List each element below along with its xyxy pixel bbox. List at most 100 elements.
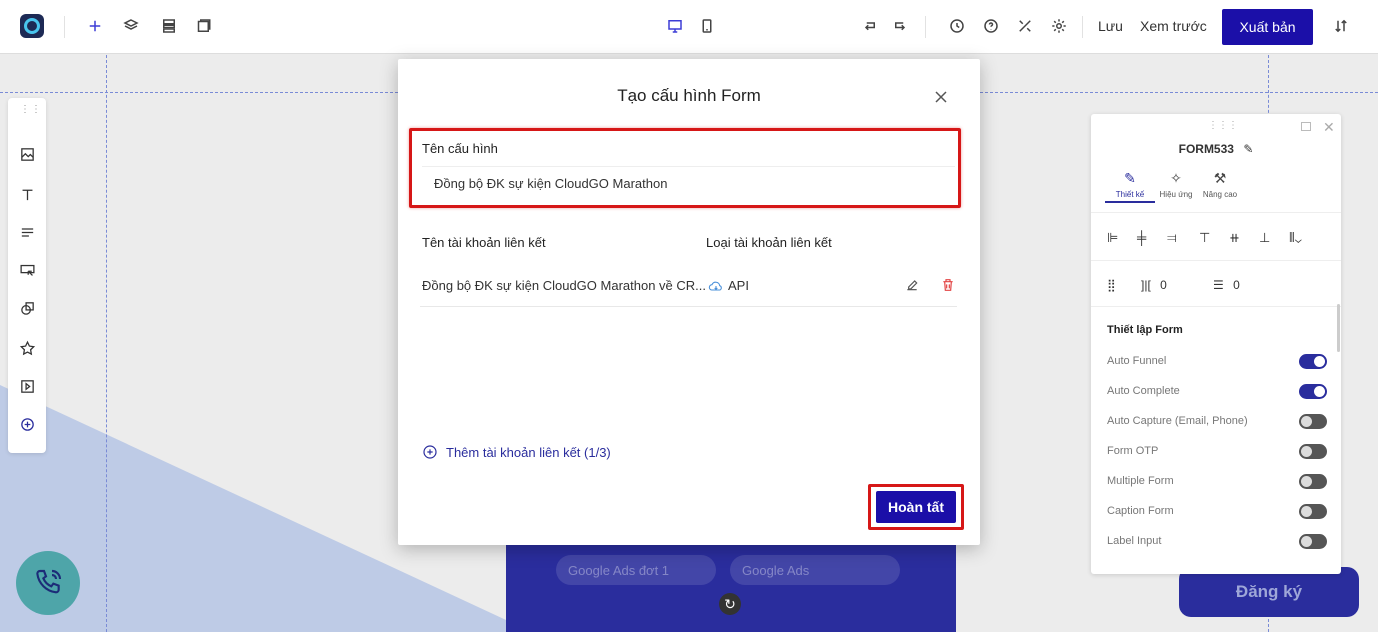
- divider: [64, 16, 65, 38]
- toggle-switch[interactable]: [1299, 383, 1327, 399]
- account-type-label: API: [728, 278, 749, 293]
- align-right-icon[interactable]: ⫤: [1167, 230, 1177, 246]
- undo-icon[interactable]: [856, 13, 882, 39]
- setting-auto-complete: Auto Complete: [1107, 382, 1327, 400]
- top-toolbar: Lưu Xem trước Xuất bản: [0, 0, 1378, 54]
- spacing-h-icon: ]|[: [1141, 278, 1151, 292]
- column-header-account-name: Tên tài khoản liên kết: [422, 235, 546, 250]
- grid-icon[interactable]: ⣿: [1107, 278, 1116, 292]
- properties-panel: ⋮⋮⋮ ✕ FORM533 ✎ ✎ Thiết kế ✧ Hiệu ứng ⚒ …: [1091, 114, 1341, 574]
- spacing-v-icon: ☰: [1213, 278, 1224, 292]
- setting-label: Auto Complete: [1107, 385, 1180, 397]
- delete-icon[interactable]: [940, 277, 956, 293]
- form-field-ghost[interactable]: Google Ads đơt 1: [556, 555, 716, 585]
- button-element-icon[interactable]: [17, 260, 37, 280]
- setting-caption-form: Caption Form: [1107, 502, 1327, 520]
- setting-label: Caption Form: [1107, 505, 1174, 517]
- sort-icon[interactable]: [1328, 13, 1354, 39]
- pages-icon[interactable]: [190, 13, 216, 39]
- align-bottom-icon[interactable]: ⊥: [1259, 230, 1270, 246]
- setting-label-input: Label Input: [1107, 532, 1327, 550]
- pencil-icon[interactable]: ✎: [1243, 142, 1253, 156]
- register-button[interactable]: Đăng ký: [1179, 567, 1359, 617]
- divider: [420, 306, 957, 307]
- spacing-h-value: 0: [1160, 278, 1167, 292]
- form-field-ghost[interactable]: Google Ads: [730, 555, 900, 585]
- setting-auto-capture: Auto Capture (Email, Phone): [1107, 412, 1327, 430]
- align-left-icon[interactable]: ⊫: [1107, 230, 1118, 246]
- desktop-view-icon[interactable]: [662, 13, 688, 39]
- sections-icon[interactable]: [156, 13, 182, 39]
- phone-icon[interactable]: [16, 551, 80, 615]
- add-circle-icon: [423, 445, 437, 459]
- tab-label: Thiết kế: [1115, 190, 1145, 199]
- edit-icon: ✎: [1124, 170, 1136, 186]
- toggle-switch[interactable]: [1299, 533, 1327, 549]
- drag-handle-icon[interactable]: ⋮⋮: [20, 104, 42, 115]
- rotate-icon[interactable]: ↻: [719, 593, 741, 615]
- tab-advanced[interactable]: ⚒ Nâng cao: [1195, 170, 1245, 199]
- setting-label: Multiple Form: [1107, 475, 1174, 487]
- setting-label: Label Input: [1107, 535, 1162, 547]
- layers-icon[interactable]: [118, 13, 144, 39]
- add-icon[interactable]: [82, 13, 108, 39]
- toggle-switch[interactable]: [1299, 413, 1327, 429]
- distribute-icon[interactable]: ⦀⌄: [1289, 230, 1302, 246]
- preview-button[interactable]: Xem trước: [1140, 18, 1207, 34]
- setting-label: Auto Funnel: [1107, 355, 1167, 367]
- align-center-icon[interactable]: ╪: [1137, 230, 1146, 245]
- add-linked-account-link[interactable]: Thêm tài khoản liên kết (1/3): [422, 444, 611, 460]
- close-icon[interactable]: ✕: [1323, 119, 1335, 136]
- paragraph-icon[interactable]: [17, 222, 37, 242]
- video-icon[interactable]: [17, 376, 37, 396]
- toggle-switch[interactable]: [1299, 443, 1327, 459]
- divider: [1082, 16, 1083, 38]
- publish-button[interactable]: Xuất bản: [1222, 9, 1313, 45]
- mobile-view-icon[interactable]: [694, 13, 720, 39]
- history-icon[interactable]: [944, 13, 970, 39]
- redo-icon[interactable]: [888, 13, 914, 39]
- tools-icon[interactable]: [1012, 13, 1038, 39]
- align-middle-icon[interactable]: ⧺: [1229, 230, 1240, 246]
- linked-account-name: Đồng bộ ĐK sự kiện CloudGO Marathon về C…: [422, 278, 706, 293]
- image-icon[interactable]: [17, 144, 37, 164]
- toggle-switch[interactable]: [1299, 503, 1327, 519]
- settings-icon[interactable]: [1046, 13, 1072, 39]
- tab-effects[interactable]: ✧ Hiệu ứng: [1151, 170, 1201, 199]
- shapes-icon[interactable]: [17, 298, 37, 318]
- drag-handle-icon[interactable]: ⋮⋮⋮: [1208, 120, 1238, 131]
- divider: [925, 16, 926, 38]
- save-button[interactable]: Lưu: [1098, 18, 1123, 34]
- add-element-icon[interactable]: [17, 414, 37, 434]
- setting-label: Auto Capture (Email, Phone): [1107, 415, 1248, 427]
- done-button[interactable]: Hoàn tất: [876, 491, 956, 523]
- toggle-switch[interactable]: [1299, 473, 1327, 489]
- toggle-switch[interactable]: [1299, 353, 1327, 369]
- divider: [1091, 260, 1341, 261]
- scrollbar[interactable]: [1337, 304, 1340, 352]
- horizontal-spacing[interactable]: ]|[ 0: [1141, 278, 1167, 292]
- expand-icon[interactable]: [1301, 122, 1311, 131]
- edit-icon[interactable]: [904, 277, 920, 293]
- add-link-label: Thêm tài khoản liên kết (1/3): [446, 444, 611, 460]
- dialog-title: Tạo cấu hình Form: [617, 86, 761, 105]
- config-name-label: Tên cấu hình: [422, 141, 498, 156]
- app-logo: [20, 14, 44, 38]
- setting-form-otp: Form OTP: [1107, 442, 1327, 460]
- help-icon[interactable]: [978, 13, 1004, 39]
- align-top-icon[interactable]: ⊤: [1199, 230, 1210, 246]
- setting-label: Form OTP: [1107, 445, 1159, 457]
- vertical-spacing[interactable]: ☰ 0: [1213, 278, 1240, 292]
- divider: [1091, 306, 1341, 307]
- section-title: Thiết lập Form: [1107, 324, 1183, 336]
- tab-design[interactable]: ✎ Thiết kế: [1105, 170, 1155, 203]
- close-icon[interactable]: [931, 87, 951, 107]
- guide-line: [106, 55, 107, 632]
- config-name-input[interactable]: [422, 166, 955, 200]
- left-toolbar: ⋮⋮: [8, 98, 46, 453]
- setting-multiple-form: Multiple Form: [1107, 472, 1327, 490]
- form-config-dialog: Tạo cấu hình Form Tên cấu hình Tên tài k…: [398, 59, 980, 545]
- star-icon[interactable]: [17, 338, 37, 358]
- wrench-icon: ⚒: [1213, 170, 1227, 186]
- text-icon[interactable]: [17, 184, 37, 204]
